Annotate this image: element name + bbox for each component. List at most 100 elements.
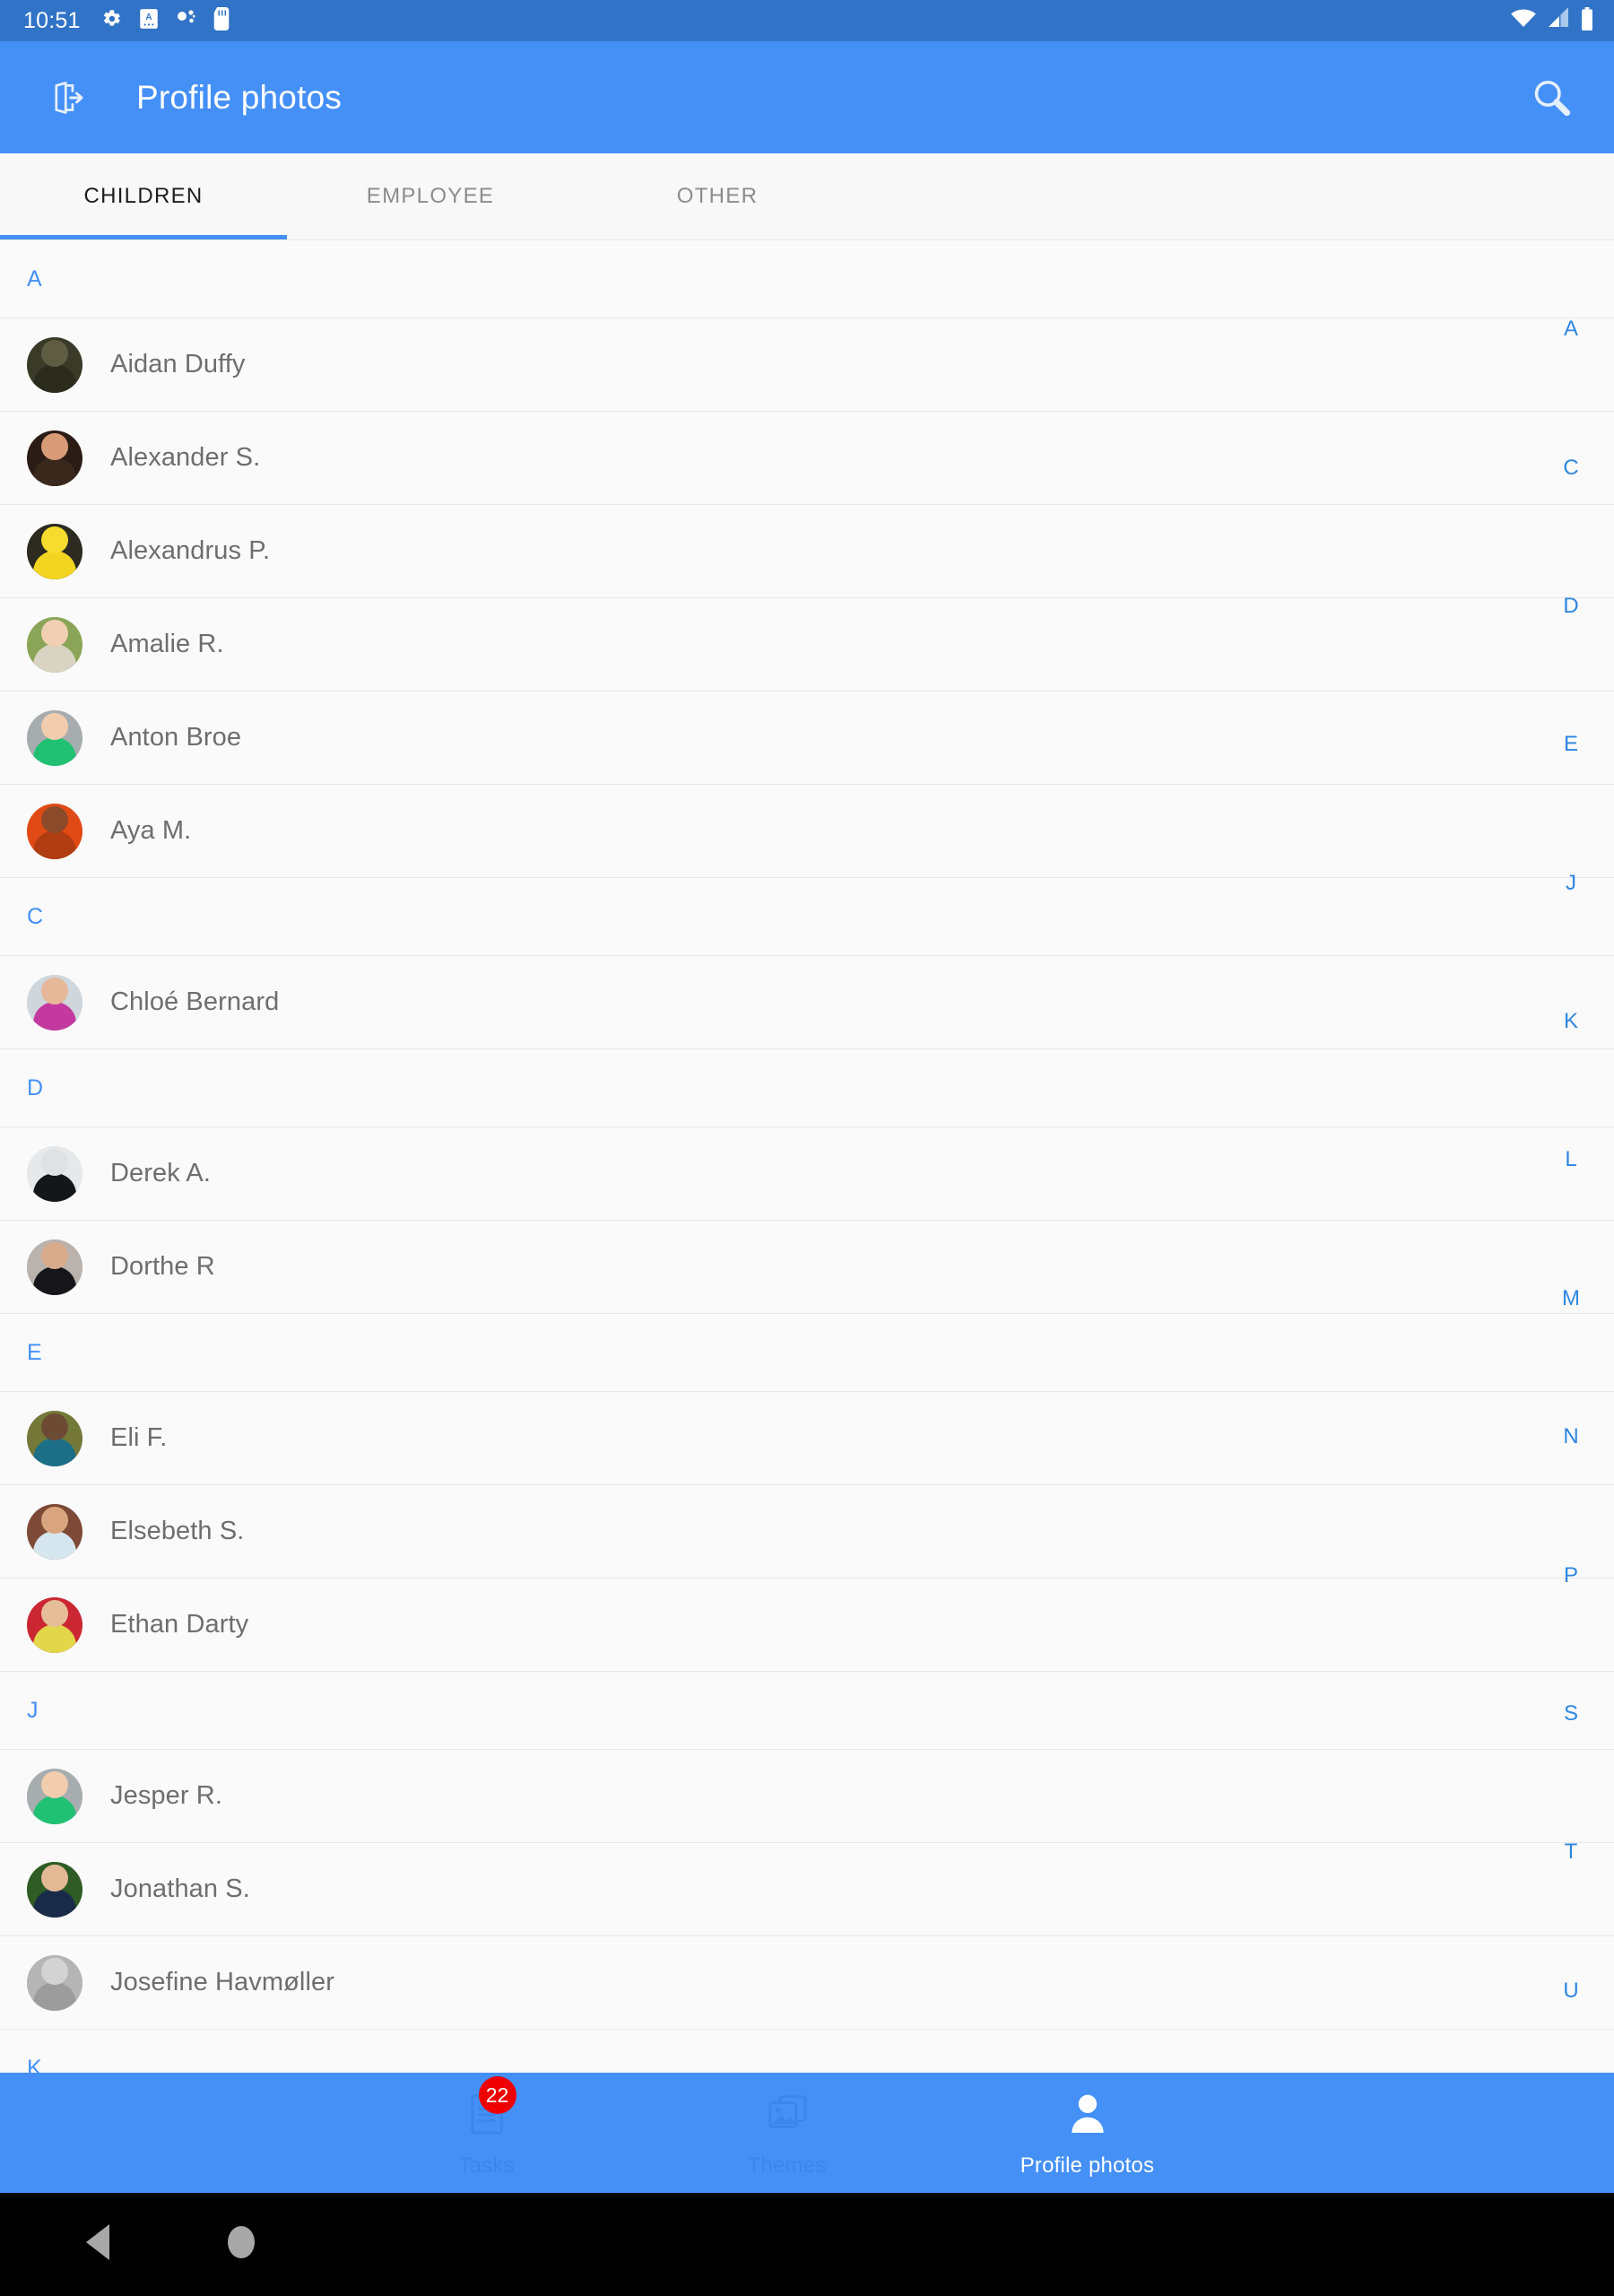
page-title: Profile photos — [136, 78, 343, 116]
tab-employee[interactable]: EMPLOYEE — [287, 153, 574, 239]
section-header-a: A — [0, 240, 1614, 318]
tasks-badge: 22 — [478, 2076, 516, 2114]
home-circle-icon[interactable] — [224, 2224, 258, 2265]
cellular-signal-icon — [1547, 6, 1570, 34]
section-header-label: A — [27, 265, 42, 291]
index-letter-m[interactable]: M — [1562, 1287, 1580, 1309]
index-letter-p[interactable]: P — [1564, 1564, 1578, 1587]
index-letter-a[interactable]: A — [1564, 318, 1578, 340]
section-header-k: K — [0, 2030, 1614, 2073]
tab-other[interactable]: OTHER — [574, 153, 861, 239]
list-item-name: Elsebeth S. — [110, 1517, 245, 1545]
bottom-nav-item-themes[interactable]: Themes — [637, 2073, 937, 2193]
alphabet-index-scrubber[interactable]: A C D E J K L M N P S T U — [1528, 240, 1614, 2073]
avatar — [27, 523, 82, 579]
section-header-label: E — [27, 1339, 42, 1365]
bottom-navigation: 22 Tasks Themes Profile photos — [0, 2073, 1614, 2193]
index-letter-l[interactable]: L — [1565, 1149, 1576, 1170]
list-item[interactable]: Anton Broe — [0, 691, 1614, 785]
tab-bar: CHILDREN EMPLOYEE OTHER — [0, 153, 1614, 240]
list-item[interactable]: Ethan Darty — [0, 1578, 1614, 1672]
index-letter-j[interactable]: J — [1566, 872, 1576, 894]
avatar — [27, 709, 82, 766]
list-item[interactable]: Eli F. — [0, 1392, 1614, 1485]
battery-icon — [1580, 6, 1594, 35]
tab-other-label: OTHER — [676, 184, 759, 208]
index-letter-k[interactable]: K — [1564, 1011, 1578, 1032]
list-item-name: Aidan Duffy — [110, 350, 246, 378]
svg-text:A: A — [145, 13, 152, 22]
list-item[interactable]: Chloé Bernard — [0, 956, 1614, 1049]
list-item-name: Alexandrus P. — [110, 536, 271, 565]
list-item-name: Amalie R. — [110, 630, 224, 658]
status-bar: 10:51 A — [0, 0, 1614, 41]
avatar — [27, 1596, 82, 1653]
list-item[interactable]: Josefine Havmøller — [0, 1936, 1614, 2030]
index-letter-d[interactable]: D — [1563, 595, 1578, 617]
list-item-name: Ethan Darty — [110, 1610, 249, 1639]
bottom-nav-spacer — [0, 2073, 336, 2193]
avatar — [27, 1410, 82, 1466]
list-item[interactable]: Amalie R. — [0, 598, 1614, 691]
system-navigation-bar — [0, 2193, 1614, 2296]
section-header-label: D — [27, 1074, 44, 1100]
contact-list: A Aidan Duffy Alexander S. Alexandrus P. Ama… — [0, 240, 1614, 2073]
avatar — [27, 1239, 82, 1295]
list-item-name: Alexander S. — [110, 443, 261, 472]
index-letter-t[interactable]: T — [1565, 1841, 1578, 1863]
index-letter-u[interactable]: U — [1563, 1979, 1578, 2002]
section-header-j: J — [0, 1672, 1614, 1750]
android-screen: 10:51 A Profile photos CHILDREN EMPLOYEE… — [0, 0, 1614, 2296]
a-badge-icon: A — [138, 7, 160, 35]
list-item-name: Jesper R. — [110, 1781, 222, 1810]
back-triangle-icon[interactable] — [82, 2224, 115, 2265]
contact-list-container[interactable]: A Aidan Duffy Alexander S. Alexandrus P. Ama… — [0, 240, 1614, 2073]
avatar — [27, 1768, 82, 1824]
avatar — [27, 1861, 82, 1918]
index-letter-n[interactable]: N — [1563, 1426, 1578, 1448]
index-letter-c[interactable]: C — [1563, 457, 1578, 479]
section-header-label: C — [27, 903, 44, 929]
tab-employee-label: EMPLOYEE — [366, 184, 495, 208]
avatar — [27, 974, 82, 1031]
list-item-name: Dorthe R — [110, 1252, 215, 1281]
avatar — [27, 1145, 82, 1202]
avatar — [27, 336, 82, 393]
index-letter-e[interactable]: E — [1564, 734, 1578, 755]
list-item[interactable]: Derek A. — [0, 1127, 1614, 1221]
list-item-name: Chloé Bernard — [110, 987, 280, 1016]
sd-card-icon — [213, 6, 230, 35]
bottom-nav-tasks-label: Tasks — [458, 2153, 515, 2178]
list-item[interactable]: Dorthe R — [0, 1221, 1614, 1314]
avatar — [27, 1503, 82, 1560]
app-bar: Profile photos — [0, 41, 1614, 153]
list-item[interactable]: Aya M. — [0, 785, 1614, 878]
avatar — [27, 1954, 82, 2011]
index-letter-s[interactable]: S — [1564, 1702, 1578, 1725]
bottom-nav-item-profile-photos[interactable]: Profile photos — [937, 2073, 1237, 2193]
person-icon — [1067, 2092, 1108, 2139]
search-icon[interactable] — [1514, 60, 1589, 135]
list-item[interactable]: Alexandrus P. — [0, 505, 1614, 598]
tab-children[interactable]: CHILDREN — [0, 153, 287, 239]
list-item-name: Anton Broe — [110, 723, 242, 752]
list-item[interactable]: Jesper R. — [0, 1750, 1614, 1843]
tasks-icon-box: 22 — [456, 2076, 518, 2139]
section-header-e: E — [0, 1314, 1614, 1392]
logout-door-icon[interactable] — [34, 64, 102, 132]
status-bar-left-icons: A — [100, 6, 230, 35]
bottom-nav-themes-label: Themes — [747, 2153, 827, 2178]
list-item-name: Jonathan S. — [110, 1874, 250, 1903]
section-header-label: K — [27, 2055, 42, 2074]
section-header-d: D — [0, 1049, 1614, 1127]
section-header-label: J — [27, 1697, 39, 1723]
bluetooth-dots-icon — [175, 7, 198, 35]
status-clock: 10:51 — [23, 7, 81, 33]
bottom-nav-item-tasks[interactable]: 22 Tasks — [336, 2073, 637, 2193]
list-item[interactable]: Jonathan S. — [0, 1843, 1614, 1936]
list-item[interactable]: Aidan Duffy — [0, 318, 1614, 412]
list-item-name: Josefine Havmøller — [110, 1968, 334, 1996]
list-item[interactable]: Alexander S. — [0, 412, 1614, 505]
list-item[interactable]: Elsebeth S. — [0, 1485, 1614, 1578]
wifi-icon — [1510, 8, 1537, 34]
